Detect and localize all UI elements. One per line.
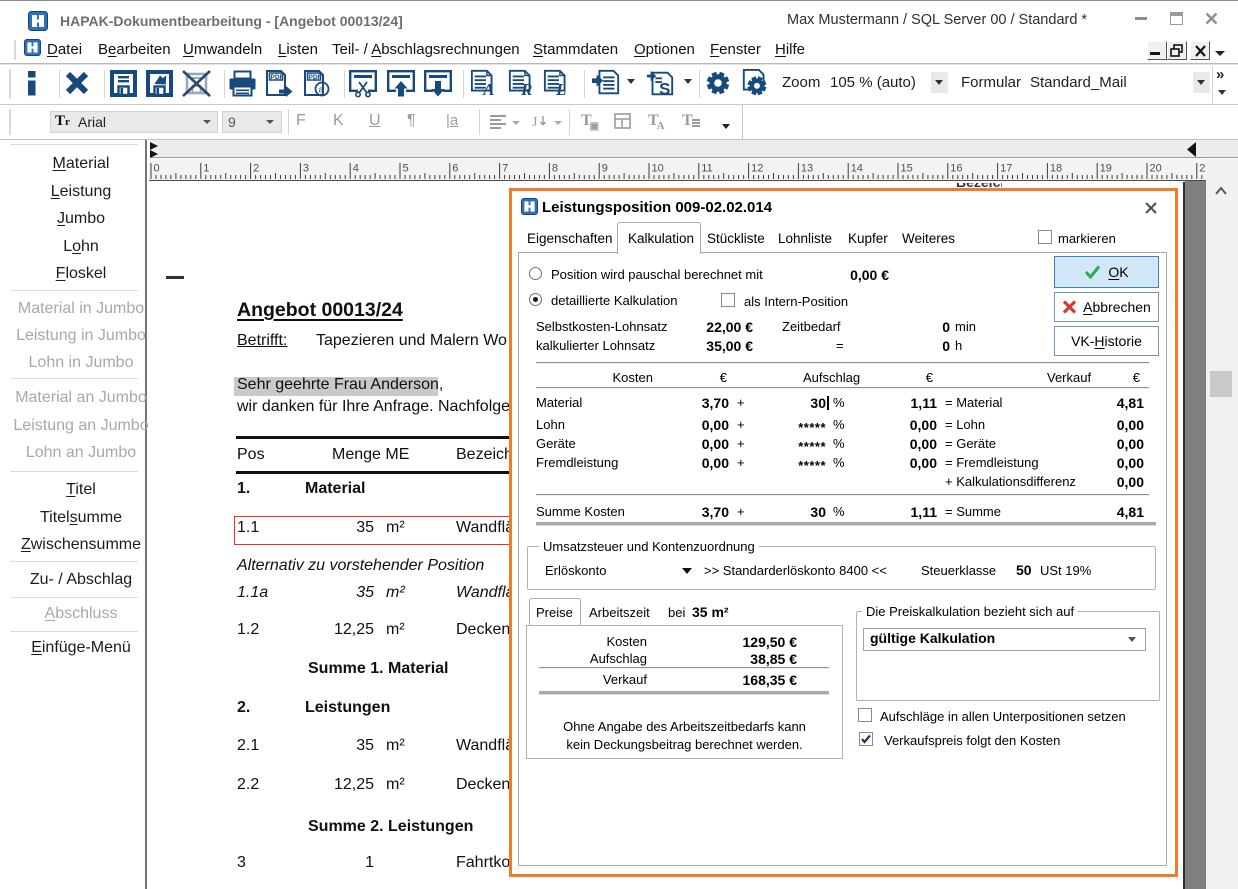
svg-text:12: 12 bbox=[751, 163, 763, 175]
svg-text:1: 1 bbox=[203, 163, 209, 175]
svg-text:21: 21 bbox=[1199, 163, 1206, 175]
svg-text:S: S bbox=[659, 79, 670, 98]
svg-text:2: 2 bbox=[253, 163, 259, 175]
svg-text:PDF: PDF bbox=[309, 74, 322, 81]
svg-text:7: 7 bbox=[502, 163, 508, 175]
svg-text:a: a bbox=[319, 85, 324, 95]
svg-text:PDF: PDF bbox=[271, 74, 284, 81]
svg-text:17: 17 bbox=[1000, 163, 1012, 175]
svg-text:9: 9 bbox=[602, 163, 608, 175]
svg-text:13: 13 bbox=[801, 163, 813, 175]
svg-text:19: 19 bbox=[1100, 163, 1112, 175]
svg-text:6: 6 bbox=[452, 163, 458, 175]
svg-text:8: 8 bbox=[552, 163, 558, 175]
svg-text:16: 16 bbox=[950, 163, 962, 175]
svg-text:11: 11 bbox=[701, 163, 712, 175]
svg-text:A: A bbox=[482, 80, 494, 98]
svg-text:14: 14 bbox=[851, 163, 863, 175]
svg-text:3: 3 bbox=[303, 163, 309, 175]
svg-text:R: R bbox=[520, 80, 532, 98]
svg-text:J: J bbox=[532, 115, 538, 129]
svg-text:15: 15 bbox=[901, 163, 913, 175]
svg-text:18: 18 bbox=[1050, 163, 1062, 175]
svg-text:0: 0 bbox=[154, 163, 160, 175]
svg-text:20: 20 bbox=[1150, 163, 1162, 175]
svg-text:5: 5 bbox=[403, 163, 409, 175]
svg-text:10: 10 bbox=[652, 163, 664, 175]
svg-text:4: 4 bbox=[353, 163, 359, 175]
svg-text:L: L bbox=[555, 80, 566, 98]
